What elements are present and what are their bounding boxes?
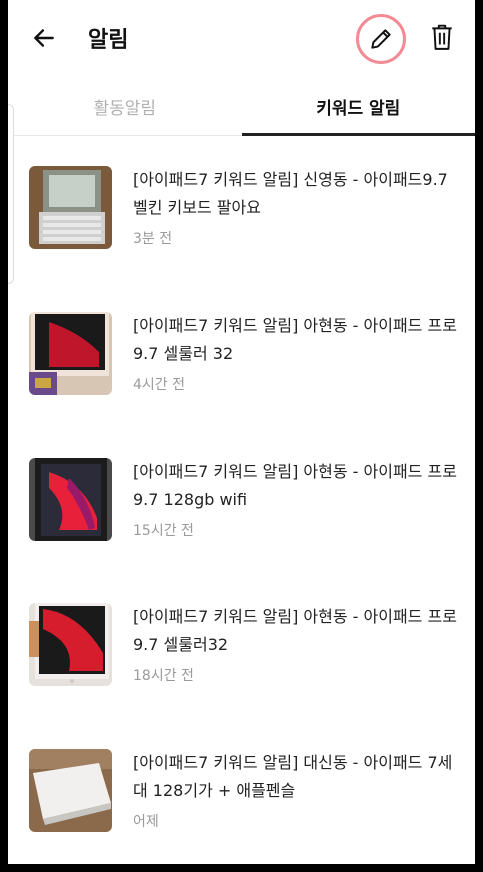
back-button[interactable] [28, 22, 60, 54]
item-thumbnail [29, 458, 112, 541]
list-item[interactable]: [아이패드7 키워드 알림] 대신동 - 아이패드 7세대 128기가 + 애플… [8, 719, 475, 849]
item-thumbnail [29, 166, 112, 249]
tab-bar: 활동알림 키워드 알림 [8, 78, 475, 136]
item-time: 어제 [133, 814, 159, 830]
item-title: [아이패드7 키워드 알림] 아현동 - 아이패드 프로 9.7 128gb w… [133, 462, 457, 509]
item-thumbnail [29, 603, 112, 686]
page-title: 알림 [88, 28, 129, 53]
item-thumbnail [29, 312, 112, 395]
app-header: 알림 [8, 0, 475, 78]
item-title: [아이패드7 키워드 알림] 아현동 - 아이패드 프로9.7 셀룰러 32 [133, 316, 457, 363]
trash-icon [432, 24, 452, 50]
tab-keyword[interactable]: 키워드 알림 [241, 78, 475, 136]
delete-button[interactable] [426, 20, 458, 54]
item-thumbnail [29, 749, 112, 832]
list-item[interactable]: [아이패드7 키워드 알림] 아현동 - 아이패드 프로 9.7 128gb w… [8, 428, 475, 558]
item-title: [아이패드7 키워드 알림] 대신동 - 아이패드 7세대 128기가 + 애플… [133, 753, 453, 800]
list-item[interactable]: [아이패드7 키워드 알림] 아현동 - 아이패드 프로9.7 셀룰러 32 4… [8, 282, 475, 412]
item-title: [아이패드7 키워드 알림] 신영동 - 아이패드9.7 벨킨 키보드 팔아요 [133, 170, 448, 217]
item-title: [아이패드7 키워드 알림] 아현동 - 아이패드 프로 9.7 셀룰러32 [133, 607, 457, 654]
item-time: 15시간 전 [133, 523, 194, 539]
arrow-left-icon [34, 29, 54, 47]
list-item[interactable]: [아이패드7 키워드 알림] 신영동 - 아이패드9.7 벨킨 키보드 팔아요 … [8, 136, 475, 266]
edit-button[interactable] [356, 14, 406, 64]
notifications-screen: 알림 활동알림 키워드 알림 [아이패드7 키워드 알림] 신영동 - 아이패드… [8, 0, 475, 864]
tab-activity[interactable]: 활동알림 [8, 78, 242, 135]
item-time: 4시간 전 [133, 377, 185, 393]
item-time: 18시간 전 [133, 668, 194, 684]
item-time: 3분 전 [133, 231, 173, 247]
pencil-icon [371, 29, 391, 49]
list-item[interactable]: [아이패드7 키워드 알림] 아현동 - 아이패드 프로 9.7 셀룰러32 1… [8, 573, 475, 703]
